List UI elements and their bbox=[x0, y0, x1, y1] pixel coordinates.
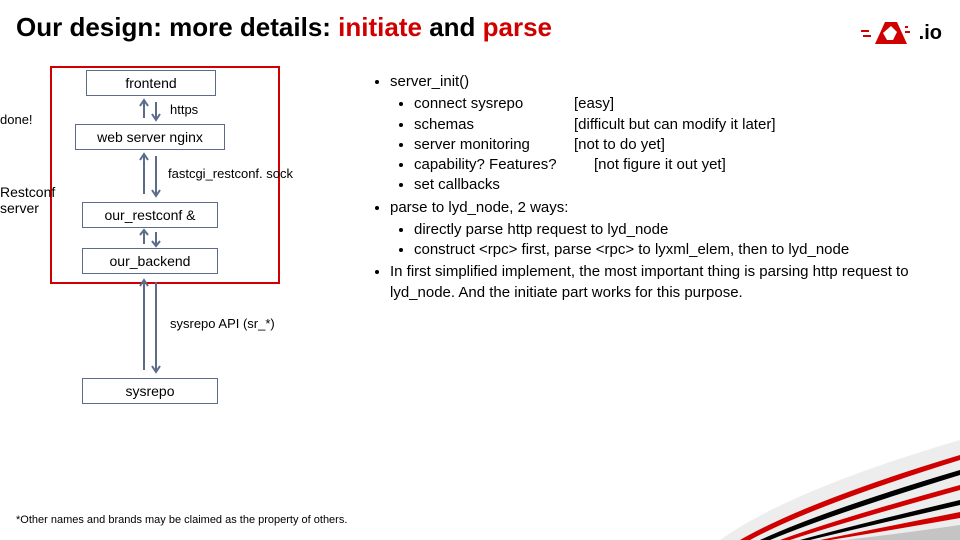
architecture-diagram: done! frontend https web server nginx fa… bbox=[0, 70, 330, 500]
speed-lines-art bbox=[660, 400, 960, 540]
footnote: *Other names and brands may be claimed a… bbox=[16, 514, 347, 526]
bullet-content: server_init() connect sysrepo[easy] sche… bbox=[370, 72, 930, 303]
our-restconf-box: our_restconf & bbox=[82, 202, 218, 228]
bullet-directly-parse: directly parse http request to lyd_node bbox=[414, 220, 930, 240]
frontend-box: frontend bbox=[86, 70, 216, 96]
bullet-set-callbacks: set callbacks bbox=[414, 175, 930, 195]
bullet-server-init: server_init() connect sysrepo[easy] sche… bbox=[390, 72, 930, 196]
arrow-restconf-backend bbox=[138, 228, 162, 248]
https-label: https bbox=[170, 102, 198, 117]
b1-2b: [difficult but can modify it later] bbox=[574, 116, 775, 133]
b1-4b: [not figure it out yet] bbox=[594, 156, 726, 173]
bullet-construct-rpc: construct <rpc> first, parse <rpc> to ly… bbox=[414, 240, 930, 260]
webserver-box: web server nginx bbox=[75, 124, 225, 150]
sysrepo-api-label: sysrepo API (sr_*) bbox=[170, 316, 275, 331]
b1-text: server_init() bbox=[390, 73, 469, 90]
slide-title: Our design: more details: initiate and p… bbox=[16, 12, 552, 43]
bullet-schemas: schemas[difficult but can modify it late… bbox=[414, 115, 930, 135]
bullet-capability: capability? Features?[not figure it out … bbox=[414, 155, 930, 175]
sysrepo-box: sysrepo bbox=[82, 378, 218, 404]
restconf-label-1: Restconf bbox=[0, 184, 55, 200]
title-mid: and bbox=[422, 12, 483, 42]
arrow-backend-sysrepo bbox=[138, 276, 162, 376]
arrow-webserver-restconf bbox=[138, 150, 162, 200]
b1-1a: connect sysrepo bbox=[414, 94, 574, 114]
brand-logo: .io bbox=[861, 18, 942, 48]
fastcgi-label: fastcgi_restconf. sock bbox=[168, 166, 293, 181]
b1-3b: [not to do yet] bbox=[574, 136, 665, 153]
logo-icon bbox=[861, 18, 915, 48]
bullet-server-monitoring: server monitoring[not to do yet] bbox=[414, 135, 930, 155]
arrow-frontend-webserver bbox=[138, 96, 162, 124]
b1-1b: [easy] bbox=[574, 95, 614, 112]
b2-text: parse to lyd_node, 2 ways: bbox=[390, 199, 568, 216]
bullet-summary: In first simplified implement, the most … bbox=[390, 262, 930, 303]
restconf-label-2: server bbox=[0, 200, 39, 216]
bullet-parse: parse to lyd_node, 2 ways: directly pars… bbox=[390, 198, 930, 261]
b1-4a: capability? Features? bbox=[414, 155, 594, 175]
title-part1: Our design: more details: bbox=[16, 12, 338, 42]
our-backend-box: our_backend bbox=[82, 248, 218, 274]
done-label: done! bbox=[0, 112, 33, 127]
title-red1: initiate bbox=[338, 12, 422, 42]
b1-2a: schemas bbox=[414, 115, 574, 135]
restconf-server-label: Restconf server bbox=[0, 184, 55, 216]
title-red2: parse bbox=[483, 12, 552, 42]
bullet-connect-sysrepo: connect sysrepo[easy] bbox=[414, 94, 930, 114]
b1-3a: server monitoring bbox=[414, 135, 574, 155]
logo-suffix: .io bbox=[919, 22, 942, 45]
